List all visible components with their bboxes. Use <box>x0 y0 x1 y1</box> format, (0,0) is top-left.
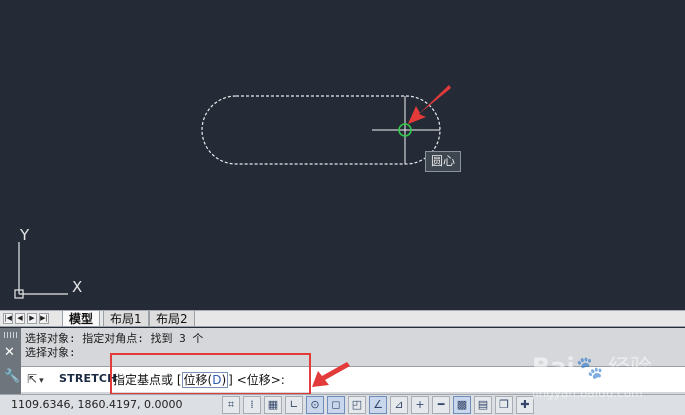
grid-icon[interactable]: ▦ <box>264 396 282 414</box>
grip-handle-icon[interactable] <box>4 332 17 338</box>
osnap-icon[interactable]: ◻ <box>327 396 345 414</box>
drawing-canvas[interactable]: X Y 圆心 <box>0 0 685 310</box>
option-displacement[interactable]: 位移(D) <box>181 372 229 388</box>
prev-tab-button[interactable]: ◀ <box>15 313 25 324</box>
history-line: 选择对象: 指定对角点: 找到 3 个 <box>25 332 204 345</box>
polar-icon[interactable]: ⊙ <box>306 396 324 414</box>
dyn-icon[interactable]: + <box>411 396 429 414</box>
ucs-y-label: Y <box>19 226 30 244</box>
command-panel: ✕ 🔧 选择对象: 指定对角点: 找到 3 个 选择对象: ⇱ ▾ STRETCH… <box>0 328 685 394</box>
ortho-icon[interactable]: ∟ <box>285 396 303 414</box>
command-history: 选择对象: 指定对角点: 找到 3 个 选择对象: <box>25 332 203 360</box>
selection-cycling-icon[interactable]: ❐ <box>495 396 513 414</box>
first-tab-button[interactable]: |◀ <box>3 313 13 324</box>
3d-osnap-icon[interactable]: ◰ <box>348 396 366 414</box>
coordinate-readout[interactable]: 1109.6346, 1860.4197, 0.0000 <box>11 398 182 411</box>
next-tab-button[interactable]: ▶ <box>27 313 37 324</box>
tab-layout2[interactable]: 布局2 <box>149 311 195 327</box>
command-prompt: 指定基点或 [位移(D)] <位移>: <box>113 371 285 388</box>
command-icon[interactable]: ⇱ ▾ <box>27 370 55 389</box>
red-arrow-icon <box>408 85 451 124</box>
osnap-tooltip: 圆心 <box>425 151 462 172</box>
canvas-graphics: X Y <box>14 85 451 299</box>
prompt-text: 指定基点或 <box>113 373 174 387</box>
annotation-monitor-icon[interactable]: ✚ <box>516 396 534 414</box>
close-icon[interactable]: ✕ <box>4 346 15 359</box>
snap-infer-icon[interactable]: ⌗ <box>222 396 240 414</box>
bracket-open: [ <box>176 373 182 387</box>
tab-layout1[interactable]: 布局1 <box>103 311 149 327</box>
last-tab-button[interactable]: ▶| <box>39 313 49 324</box>
history-line: 选择对象: <box>25 346 76 359</box>
quick-properties-icon[interactable]: ▤ <box>474 396 492 414</box>
prompt-default: <位移>: <box>236 373 285 387</box>
autocad-window: X Y 圆心 |◀ ◀ ▶ ▶| 模型 布局1 布局2 ✕ 🔧 选择对象: 指定… <box>0 0 685 415</box>
command-line-input[interactable]: ⇱ ▾ STRETCH 指定基点或 [位移(D)] <位移>: <box>21 366 685 392</box>
transparency-icon[interactable]: ▩ <box>453 396 471 414</box>
command-panel-grip[interactable]: ✕ 🔧 <box>0 328 21 394</box>
ducs-icon[interactable]: ⊿ <box>390 396 408 414</box>
tab-model[interactable]: 模型 <box>62 311 101 327</box>
command-name: STRETCH <box>59 372 117 385</box>
status-bar: 1109.6346, 1860.4197, 0.0000 ⌗ ⁞ ▦ ∟ ⊙ ◻ ◰ ∠ ⊿ + ━… <box>0 394 685 415</box>
bracket-close: ] <box>228 373 233 387</box>
layout-tab-bar: |◀ ◀ ▶ ▶| 模型 布局1 布局2 <box>0 310 685 327</box>
lineweight-icon[interactable]: ━ <box>432 396 450 414</box>
ucs-x-label: X <box>72 278 82 296</box>
chevron-down-icon: ▾ <box>39 376 44 386</box>
otrack-icon[interactable]: ∠ <box>369 396 387 414</box>
snap-mode-icon[interactable]: ⁞ <box>243 396 261 414</box>
wrench-icon[interactable]: 🔧 <box>4 370 20 383</box>
stretch-command-icon: ⇱ <box>27 372 38 386</box>
